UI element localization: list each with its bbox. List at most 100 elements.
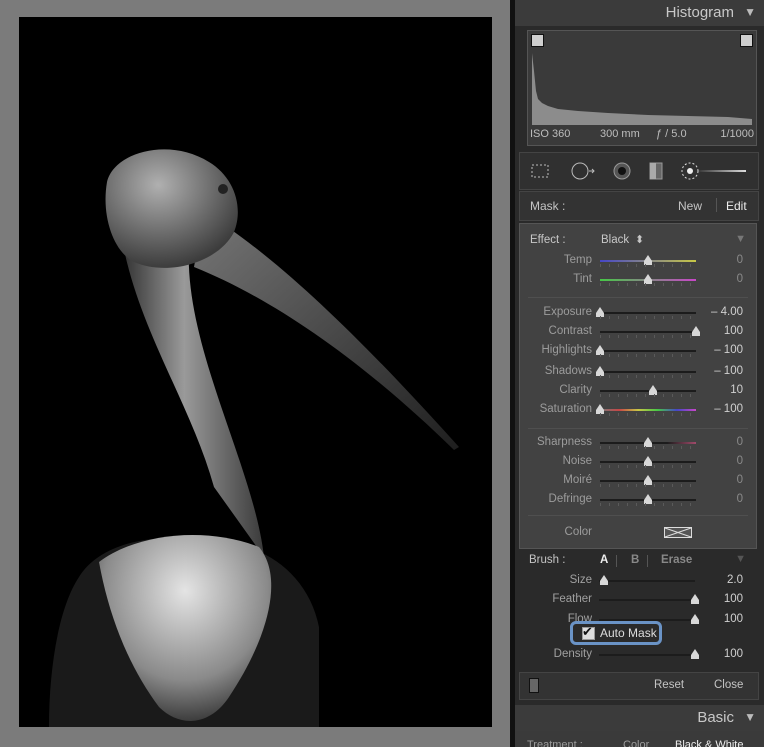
brush-collapse-icon[interactable]: ▼	[735, 553, 746, 565]
brush-erase-button[interactable]: Erase	[661, 554, 692, 566]
treatment-row: Treatment : Color Black & White	[515, 731, 764, 747]
slider-track[interactable]	[596, 307, 696, 317]
slider-thumb[interactable]	[644, 255, 652, 265]
slider-thumb[interactable]	[596, 345, 604, 355]
slider-track[interactable]	[600, 437, 696, 447]
auto-mask-label: Auto Mask	[600, 626, 657, 640]
slider-thumb[interactable]	[691, 594, 699, 604]
slider-track[interactable]	[600, 385, 696, 395]
mask-edit-button[interactable]: Edit	[726, 199, 747, 213]
histogram-metadata: ISO 360 300 mm ƒ / 5.0 1/1000	[528, 127, 756, 143]
separator	[528, 428, 748, 429]
slider-track[interactable]	[599, 594, 699, 604]
slider-value[interactable]: 100	[724, 593, 743, 605]
slider-label: Defringe	[548, 493, 592, 505]
slider-label: Shadows	[544, 365, 592, 377]
slider-track[interactable]	[600, 456, 696, 466]
pelican-photo[interactable]	[19, 17, 492, 727]
slider-track[interactable]	[600, 255, 696, 265]
slider-thumb[interactable]	[599, 575, 608, 585]
slider-thumb[interactable]	[596, 404, 604, 414]
slider-thumb[interactable]	[644, 274, 652, 284]
collapse-triangle-icon[interactable]: ▼	[744, 710, 756, 724]
slider-value[interactable]: 0	[737, 493, 743, 505]
effect-slider-row: Shadows – 100	[520, 363, 756, 381]
develop-right-panel: Histogram ▼ ISO 360 300 mm ƒ / 5.0 1/100…	[515, 0, 764, 747]
auto-mask-checkbox-wrapper[interactable]: ✔ Auto Mask	[570, 621, 662, 645]
red-eye-icon[interactable]	[612, 161, 632, 181]
brush-divider	[647, 555, 648, 567]
effect-color-row: Color	[520, 524, 756, 542]
slider-thumb[interactable]	[644, 456, 652, 466]
slider-track[interactable]	[600, 494, 696, 504]
slider-label: Clarity	[559, 384, 592, 396]
slider-value[interactable]: 0	[737, 254, 743, 266]
effect-label: Effect :	[530, 234, 566, 246]
crop-icon[interactable]	[530, 161, 550, 181]
histogram-header[interactable]: Histogram ▼	[515, 0, 764, 26]
treatment-bw-option[interactable]: Black & White	[675, 739, 743, 747]
slider-track[interactable]	[600, 326, 700, 336]
slider-thumb[interactable]	[596, 307, 604, 317]
slider-value[interactable]: 100	[724, 325, 743, 337]
brush-b-button[interactable]: B	[631, 554, 639, 566]
slider-track[interactable]	[596, 404, 696, 414]
slider-track[interactable]	[596, 366, 696, 376]
slider-value[interactable]: 10	[730, 384, 743, 396]
adjustment-brush-icon[interactable]	[680, 161, 750, 181]
slider-track[interactable]	[600, 475, 696, 485]
slider-label: Temp	[563, 254, 592, 266]
tool-strip	[519, 152, 759, 190]
spot-removal-icon[interactable]	[570, 161, 596, 181]
brush-a-button[interactable]: A	[600, 554, 608, 566]
reset-button[interactable]: Reset	[654, 679, 684, 691]
treatment-color-option[interactable]: Color	[623, 739, 649, 747]
slider-ticks	[600, 484, 696, 487]
slider-value[interactable]: 2.0	[727, 574, 743, 586]
mask-toggle-switch[interactable]	[529, 678, 539, 693]
color-swatch-empty-icon[interactable]	[664, 527, 692, 538]
slider-ticks	[600, 413, 696, 416]
mask-new-button[interactable]: New	[678, 199, 702, 213]
focal-length: 300 mm	[600, 128, 640, 140]
slider-track[interactable]	[599, 575, 695, 585]
slider-value[interactable]: 100	[724, 613, 743, 625]
slider-value[interactable]: – 4.00	[711, 306, 743, 318]
slider-value[interactable]: 0	[737, 273, 743, 285]
close-button[interactable]: Close	[714, 679, 743, 691]
histogram-graph	[532, 53, 752, 125]
brush-slider-row: Density 100	[515, 646, 764, 664]
effect-collapse-icon[interactable]: ▼	[735, 233, 746, 245]
treatment-label: Treatment :	[527, 739, 583, 747]
slider-value[interactable]: 100	[724, 648, 743, 660]
slider-thumb[interactable]	[644, 494, 652, 504]
slider-value[interactable]: 0	[737, 474, 743, 486]
effect-preset-dropdown[interactable]: Black	[601, 234, 629, 246]
slider-thumb[interactable]	[644, 475, 652, 485]
histogram[interactable]: ISO 360 300 mm ƒ / 5.0 1/1000	[527, 30, 757, 146]
graduated-filter-icon[interactable]	[646, 161, 666, 181]
mask-divider	[716, 198, 717, 212]
slider-thumb[interactable]	[691, 649, 699, 659]
slider-thumb[interactable]	[648, 385, 657, 395]
slider-value[interactable]: – 100	[714, 344, 743, 356]
slider-track[interactable]	[599, 649, 699, 659]
slider-value[interactable]: 0	[737, 455, 743, 467]
slider-label: Noise	[562, 455, 592, 467]
slider-ticks	[600, 316, 696, 319]
slider-thumb[interactable]	[596, 366, 604, 376]
slider-track[interactable]	[600, 274, 696, 284]
dropdown-arrows-icon[interactable]: ⬍	[635, 233, 644, 246]
slider-thumb[interactable]	[644, 437, 652, 447]
basic-header[interactable]: Basic ▼	[515, 705, 764, 731]
slider-value[interactable]: 0	[737, 436, 743, 448]
slider-label: Saturation	[539, 403, 592, 415]
slider-thumb[interactable]	[692, 326, 700, 336]
slider-value[interactable]: – 100	[714, 365, 743, 377]
slider-track[interactable]	[596, 345, 696, 355]
slider-thumb[interactable]	[691, 614, 699, 624]
collapse-triangle-icon[interactable]: ▼	[744, 5, 756, 19]
slider-value[interactable]: – 100	[714, 403, 743, 415]
iso-value: ISO 360	[530, 128, 571, 140]
color-label: Color	[564, 526, 592, 538]
